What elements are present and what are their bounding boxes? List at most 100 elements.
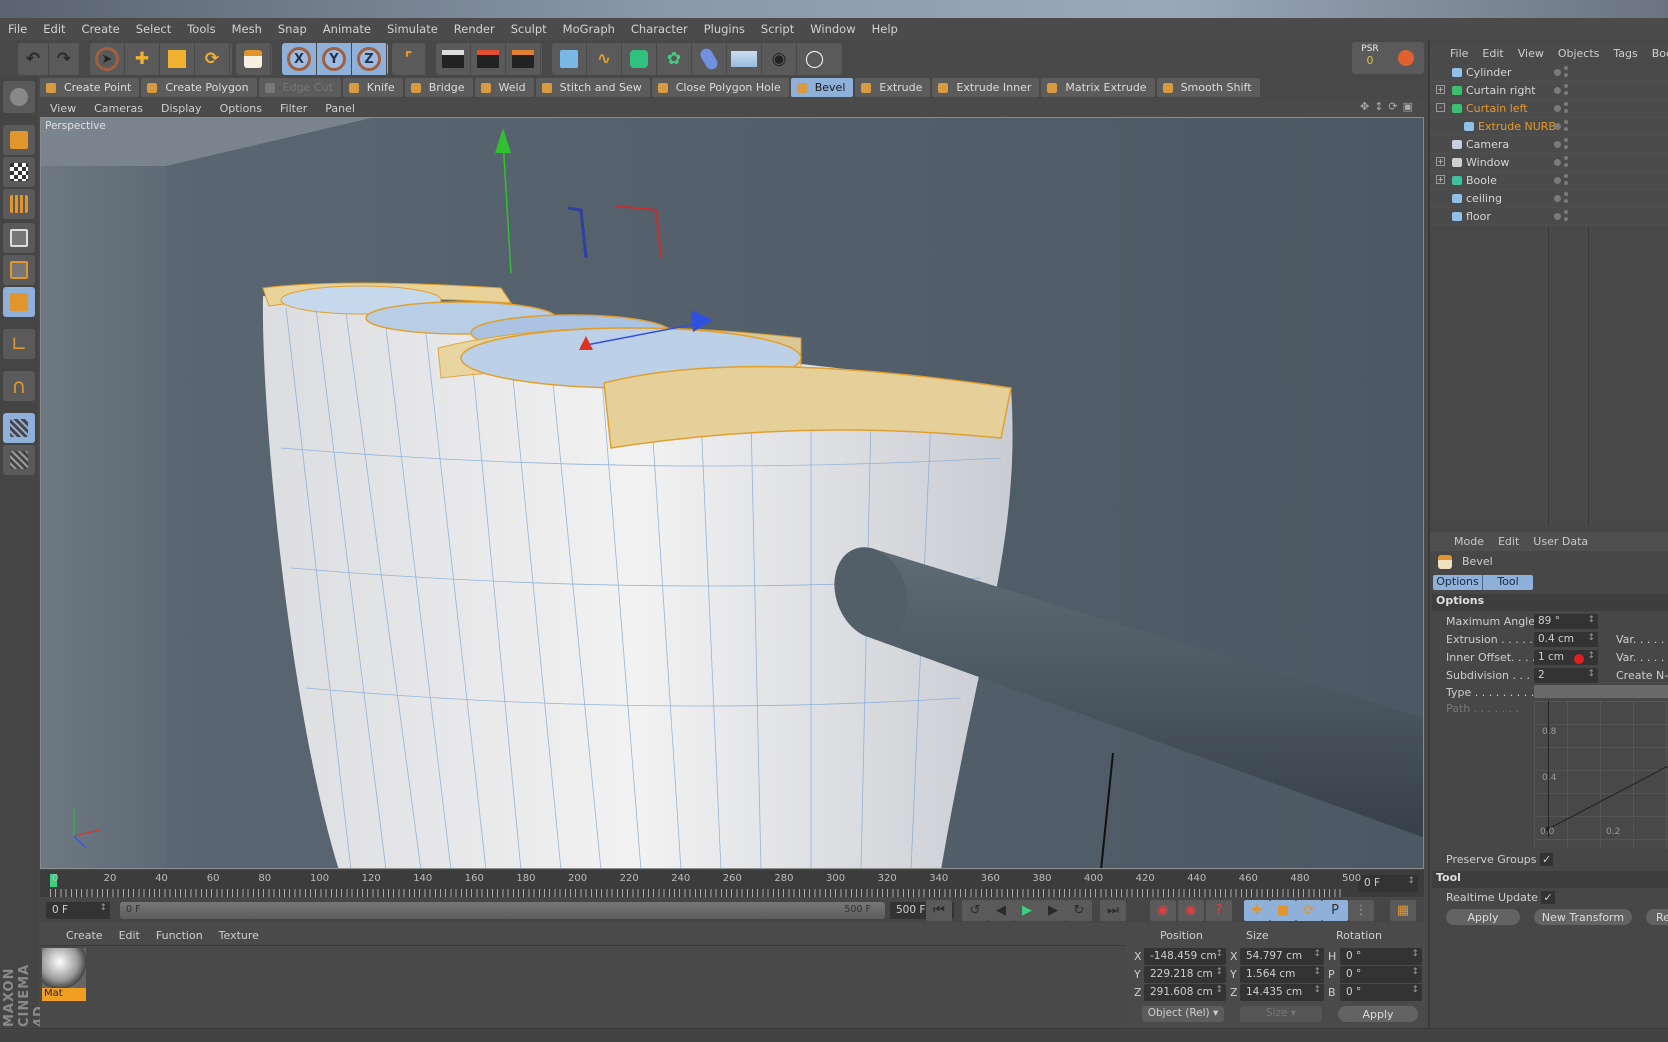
position-y-field[interactable]: 229.218 cm <box>1144 966 1226 983</box>
object-name[interactable]: floor <box>1466 210 1491 223</box>
object-row-boole[interactable]: + Boole <box>1430 172 1668 190</box>
3d-viewport[interactable]: Perspective <box>40 117 1424 869</box>
mograph-cloner-button[interactable]: ✿ <box>657 43 692 75</box>
object-menu-file[interactable]: File <box>1450 47 1468 60</box>
edges-mode-button[interactable] <box>3 255 35 285</box>
position-z-field[interactable]: 291.608 cm <box>1144 984 1226 1001</box>
tool-weld-button[interactable]: Weld <box>474 78 534 97</box>
world-coordinates-button[interactable]: ⌜ <box>392 43 426 75</box>
polygons-mode-button[interactable] <box>3 287 35 317</box>
object-row-extrude-nurb[interactable]: Extrude NURB <box>1430 118 1668 136</box>
viewport-menu-options[interactable]: Options <box>220 102 262 115</box>
go-to-end-button[interactable]: ⏭ <box>1100 900 1126 921</box>
floor-button[interactable] <box>727 43 762 75</box>
menu-animate[interactable]: Animate <box>323 22 371 36</box>
current-frame-field[interactable]: 0 F <box>1358 875 1418 892</box>
key-position-button[interactable]: ✚ <box>1244 900 1270 921</box>
type-dropdown[interactable] <box>1534 685 1668 698</box>
object-row-ceiling[interactable]: ceiling <box>1430 190 1668 208</box>
key-scale-button[interactable]: ■ <box>1270 900 1296 921</box>
path-curve-graph[interactable]: 0.8 0.4 0.0 0.2 <box>1534 701 1668 849</box>
points-mode-button[interactable] <box>3 223 35 253</box>
cube-object-button[interactable] <box>552 43 587 75</box>
visibility-render-dot[interactable] <box>1564 102 1568 106</box>
coordinate-mode-dropdown[interactable]: Object (Rel) ▾ <box>1142 1006 1224 1022</box>
texture-mode-button[interactable] <box>3 157 35 187</box>
menu-character[interactable]: Character <box>631 22 688 36</box>
field-subdivision-input[interactable]: 2 <box>1534 668 1598 683</box>
redo-button[interactable]: ↷ <box>49 43 80 75</box>
visibility-editor-dot[interactable] <box>1554 141 1561 148</box>
expand-toggle-icon[interactable]: - <box>1436 103 1445 112</box>
frame-range-slider[interactable]: 0 F 500 F <box>120 902 885 919</box>
keyframe-selection-button[interactable]: ? <box>1206 900 1232 921</box>
viewport-menu-display[interactable]: Display <box>161 102 202 115</box>
go-to-start-button[interactable]: ⏮ <box>926 900 952 921</box>
visibility-render-dot[interactable] <box>1564 181 1568 185</box>
enable-snap-button[interactable] <box>3 413 35 443</box>
make-editable-button[interactable] <box>3 81 35 113</box>
tab-options[interactable]: Options <box>1433 575 1483 590</box>
material-swatch[interactable]: Mat <box>42 948 86 1002</box>
object-row-window[interactable]: + Window <box>1430 154 1668 172</box>
visibility-render-dot[interactable] <box>1564 120 1568 124</box>
axis-x-lock-button[interactable]: X <box>282 43 317 75</box>
menu-script[interactable]: Script <box>761 22 794 36</box>
move-tool-button[interactable]: ✚ <box>125 43 160 75</box>
viewport-menu-filter[interactable]: Filter <box>280 102 307 115</box>
key-rotation-button[interactable]: ⟳ <box>1296 900 1322 921</box>
menu-render[interactable]: Render <box>454 22 495 36</box>
snap-button[interactable] <box>1388 42 1424 74</box>
viewport-navigation-icons[interactable]: ✥↕⟳▣ <box>1360 100 1418 113</box>
tool-bevel-button[interactable]: Bevel <box>790 78 854 97</box>
visibility-editor-dot[interactable] <box>1554 159 1561 166</box>
viewport-menu-panel[interactable]: Panel <box>325 102 355 115</box>
object-row-camera[interactable]: Camera <box>1430 136 1668 154</box>
object-row-floor[interactable]: floor <box>1430 208 1668 226</box>
expand-toggle-icon[interactable]: + <box>1436 85 1445 94</box>
viewport-menu-view[interactable]: View <box>50 102 76 115</box>
tweak-button[interactable]: ∩ <box>3 371 35 401</box>
rotation-h-field[interactable]: 0 ° <box>1340 948 1422 965</box>
menu-select[interactable]: Select <box>136 22 171 36</box>
field-inner-input[interactable]: 1 cm <box>1534 650 1598 665</box>
material-menu-texture[interactable]: Texture <box>219 929 259 942</box>
object-name[interactable]: ceiling <box>1466 192 1502 205</box>
visibility-render-dot[interactable] <box>1564 210 1568 214</box>
nurbs-button[interactable] <box>622 43 657 75</box>
visibility-render-dot[interactable] <box>1564 138 1568 142</box>
object-name[interactable]: Camera <box>1466 138 1509 151</box>
expand-toggle-icon[interactable]: + <box>1436 157 1445 166</box>
menu-snap[interactable]: Snap <box>278 22 307 36</box>
position-x-field[interactable]: -148.459 cm <box>1144 948 1226 965</box>
menu-plugins[interactable]: Plugins <box>704 22 745 36</box>
bevel-recent-button[interactable] <box>236 43 271 75</box>
reset-values-button[interactable]: Re <box>1646 909 1668 925</box>
visibility-render-dot[interactable] <box>1564 84 1568 88</box>
tool-extrude-inner-button[interactable]: Extrude Inner <box>932 78 1040 97</box>
object-row-curtain-left[interactable]: - Curtain left <box>1430 100 1668 118</box>
visibility-editor-dot[interactable] <box>1554 177 1561 184</box>
size-mode-dropdown[interactable]: Size ▾ <box>1240 1006 1322 1022</box>
menu-create[interactable]: Create <box>82 22 120 36</box>
tool-knife-button[interactable]: Knife <box>342 78 403 97</box>
visibility-render-dot[interactable] <box>1564 192 1568 196</box>
object-menu-tags[interactable]: Tags <box>1613 47 1637 60</box>
realtime-update-checkbox[interactable]: ✓ <box>1541 891 1555 904</box>
axis-mode-button[interactable]: ∟ <box>3 329 35 359</box>
visibility-render-dot[interactable] <box>1564 91 1568 95</box>
coordinates-apply-button[interactable]: Apply <box>1338 1006 1418 1022</box>
apply-button[interactable]: Apply <box>1446 909 1520 925</box>
play-button[interactable]: ▶ <box>1014 900 1040 921</box>
object-name[interactable]: Window <box>1466 156 1509 169</box>
rotate-tool-button[interactable]: ⟳ <box>195 43 230 75</box>
visibility-render-dot[interactable] <box>1564 156 1568 160</box>
object-name[interactable]: Boole <box>1466 174 1497 187</box>
record-key-button[interactable]: ◉ <box>1150 900 1176 921</box>
object-menu-objects[interactable]: Objects <box>1558 47 1600 60</box>
autokey-button[interactable]: ◉ <box>1178 900 1204 921</box>
object-name[interactable]: Extrude NURB <box>1478 120 1556 133</box>
new-transform-button[interactable]: New Transform <box>1534 909 1632 925</box>
menu-edit[interactable]: Edit <box>43 22 65 36</box>
visibility-editor-dot[interactable] <box>1554 195 1561 202</box>
